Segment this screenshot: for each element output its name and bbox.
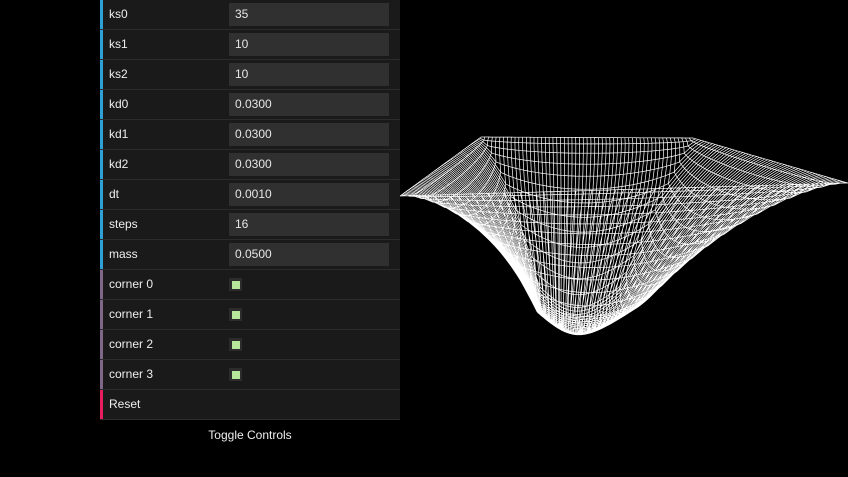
steps-input[interactable] [229, 213, 389, 236]
corner-0-checkbox[interactable] [229, 278, 242, 291]
param-row-kd0: kd0 [100, 90, 400, 120]
cloth-mesh [399, 136, 848, 336]
controls-panel: ks0 ks1 ks2 kd0 kd1 kd2 [100, 0, 400, 420]
param-label-dt: dt [109, 187, 120, 201]
param-label-ks1: ks1 [109, 37, 128, 51]
param-row-kd2: kd2 [100, 150, 400, 180]
checkmark-icon [232, 341, 240, 349]
param-row-ks0: ks0 [100, 0, 400, 30]
corner-2-checkbox[interactable] [229, 338, 242, 351]
corner-label-0: corner 0 [109, 277, 154, 291]
kd0-input[interactable] [229, 93, 389, 116]
app-viewport: ks0 ks1 ks2 kd0 kd1 kd2 [0, 0, 848, 477]
corner-3-checkbox[interactable] [229, 368, 242, 381]
number-stripe [100, 90, 103, 119]
boolean-stripe [100, 360, 103, 389]
boolean-stripe [100, 330, 103, 359]
corner-label-1: corner 1 [109, 307, 154, 321]
dt-input[interactable] [229, 183, 389, 206]
toggle-controls-button[interactable]: Toggle Controls [100, 420, 400, 450]
number-stripe [100, 30, 103, 59]
param-label-steps: steps [109, 217, 138, 231]
corner-row-3: corner 3 [100, 360, 400, 390]
corner-row-0: corner 0 [100, 270, 400, 300]
param-row-mass: mass [100, 240, 400, 270]
checkmark-icon [232, 281, 240, 289]
param-row-steps: steps [100, 210, 400, 240]
mass-input[interactable] [229, 243, 389, 266]
ks2-input[interactable] [229, 63, 389, 86]
param-row-ks2: ks2 [100, 60, 400, 90]
reset-label: Reset [109, 397, 141, 411]
corner-row-1: corner 1 [100, 300, 400, 330]
number-stripe [100, 120, 103, 149]
function-stripe [100, 390, 103, 419]
corner-1-checkbox[interactable] [229, 308, 242, 321]
reset-button[interactable]: Reset [100, 390, 400, 420]
kd2-input[interactable] [229, 153, 389, 176]
kd1-input[interactable] [229, 123, 389, 146]
ks1-input[interactable] [229, 33, 389, 56]
checkmark-icon [232, 311, 240, 319]
number-stripe [100, 180, 103, 209]
corner-label-2: corner 2 [109, 337, 154, 351]
param-label-ks0: ks0 [109, 7, 128, 21]
param-label-ks2: ks2 [109, 67, 128, 81]
param-row-dt: dt [100, 180, 400, 210]
number-stripe [100, 150, 103, 179]
boolean-stripe [100, 300, 103, 329]
param-label-kd0: kd0 [109, 97, 129, 111]
param-row-kd1: kd1 [100, 120, 400, 150]
number-stripe [100, 210, 103, 239]
corner-label-3: corner 3 [109, 367, 154, 381]
checkmark-icon [232, 371, 240, 379]
number-stripe [100, 0, 103, 29]
ks0-input[interactable] [229, 3, 389, 26]
param-row-ks1: ks1 [100, 30, 400, 60]
param-label-kd2: kd2 [109, 157, 129, 171]
number-stripe [100, 60, 103, 89]
boolean-stripe [100, 270, 103, 299]
number-stripe [100, 240, 103, 269]
corner-row-2: corner 2 [100, 330, 400, 360]
param-label-mass: mass [109, 247, 138, 261]
param-label-kd1: kd1 [109, 127, 129, 141]
